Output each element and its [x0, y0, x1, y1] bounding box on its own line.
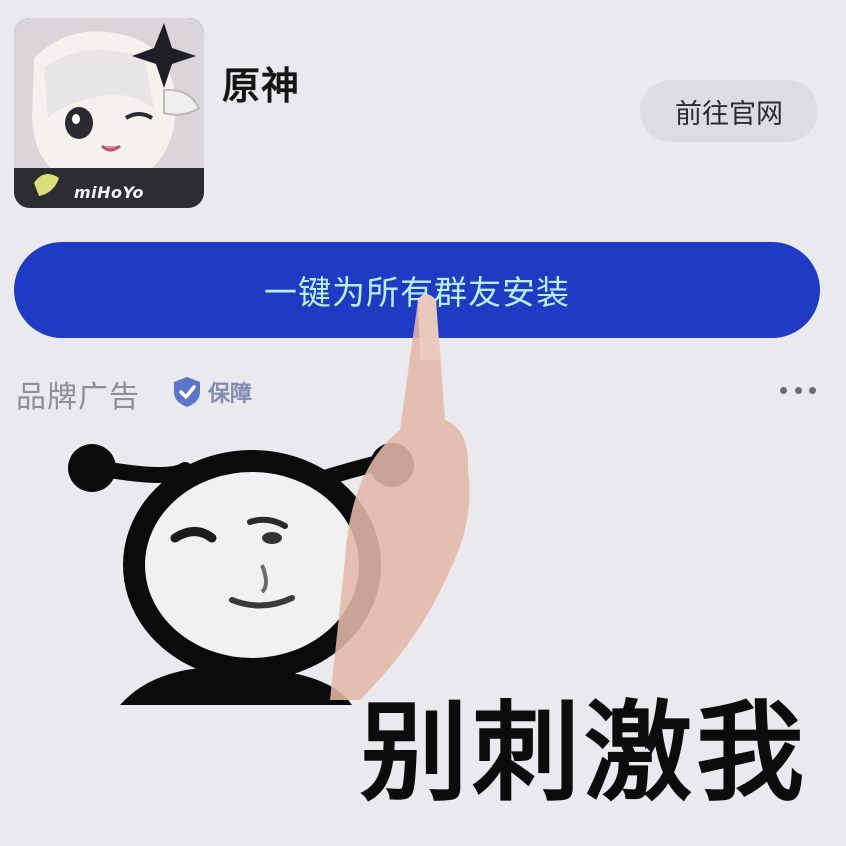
left-antenna — [102, 462, 193, 483]
app-ad-card: miHoYo 原神 前往官网 一键为所有群友安装 品牌广告 保障 别刺激我 — [0, 0, 846, 846]
mouth — [229, 595, 295, 609]
more-dots-icon[interactable] — [780, 380, 816, 400]
app-icon[interactable]: miHoYo — [14, 18, 204, 208]
install-all-button[interactable]: 一键为所有群友安装 — [14, 242, 820, 338]
publisher-logo-text: miHoYo — [73, 183, 145, 202]
left-antenna-ball — [68, 444, 116, 492]
pointing-hand — [330, 294, 470, 700]
right-brow — [247, 516, 288, 529]
anime-character-icon — [14, 18, 204, 208]
left-eye — [170, 527, 217, 543]
guarantee-badge: 保障 — [172, 372, 252, 412]
shield-check-icon — [174, 377, 200, 407]
app-title: 原神 — [222, 64, 301, 108]
right-eye — [262, 532, 282, 544]
right-antenna — [310, 454, 390, 488]
stick-figure-body — [120, 666, 352, 705]
brand-ad-label: 品牌广告 — [16, 380, 140, 415]
official-site-button[interactable]: 前往官网 — [640, 80, 818, 142]
meme-caption: 别刺激我 — [360, 691, 809, 816]
right-antenna-ball — [370, 443, 414, 487]
guarantee-badge-label: 保障 — [208, 382, 253, 407]
nose — [260, 564, 268, 594]
stick-figure-head — [123, 450, 381, 680]
